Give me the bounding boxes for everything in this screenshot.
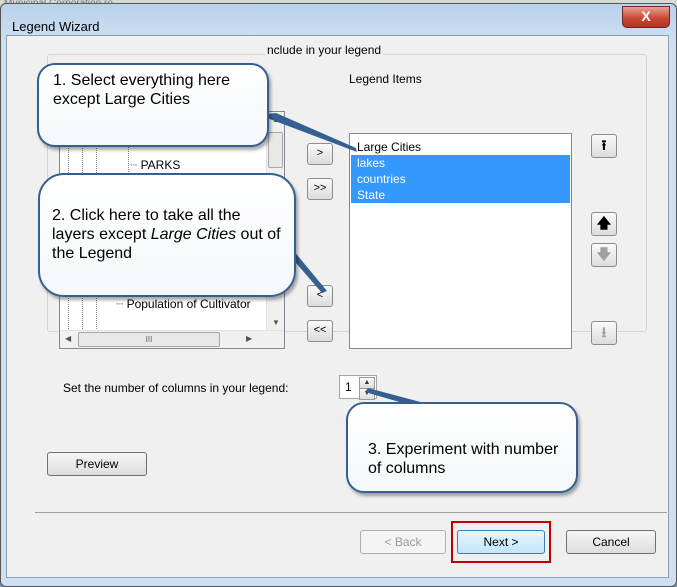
callout-step-3-text: 3. Experiment with number of columns: [368, 441, 559, 477]
callout-step-1: 1. Select everything here except Large C…: [37, 63, 269, 147]
callout-step-3: 3. Experiment with number of columns: [346, 402, 578, 493]
callout-step-2: 2. Click here to take all the layers exc…: [38, 173, 296, 297]
callout-1-pointer: [259, 113, 357, 152]
callout-step-2-emphasis: Large Cities: [150, 226, 237, 243]
callout-step-1-text: 1. Select everything here except Large C…: [53, 72, 230, 108]
